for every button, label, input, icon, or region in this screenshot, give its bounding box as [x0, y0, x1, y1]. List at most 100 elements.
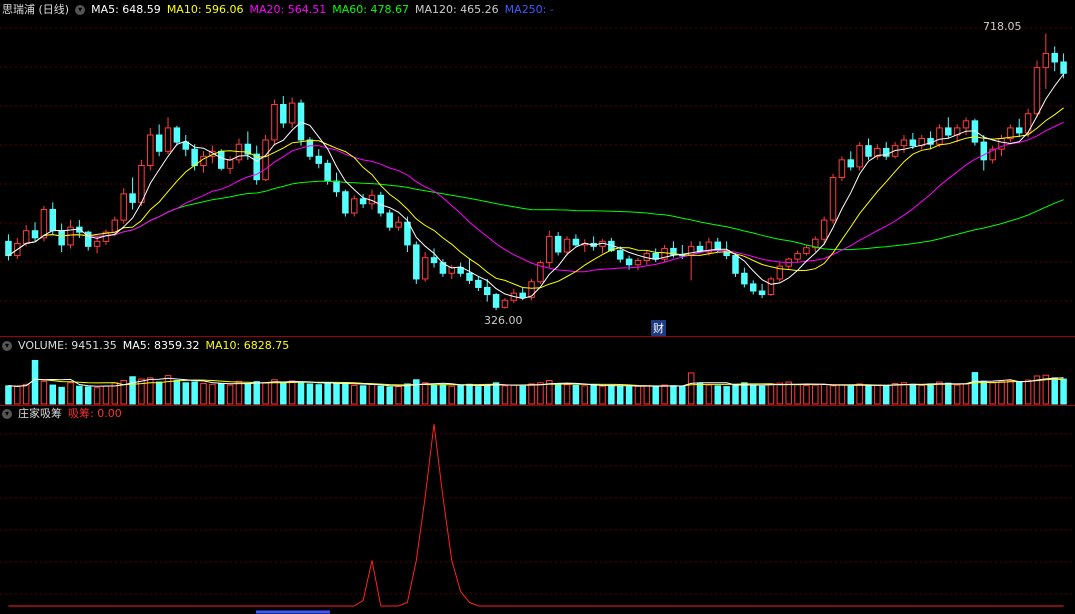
candle-body [342, 191, 349, 214]
volume-bar [280, 382, 287, 405]
volume-bar [306, 383, 314, 405]
volume-bar [209, 383, 216, 405]
volume-bar [244, 383, 252, 405]
candle-body [519, 292, 526, 298]
candle-body [40, 208, 48, 239]
candle-body [741, 272, 748, 285]
candle-body [528, 281, 535, 298]
volume-bar [1024, 379, 1032, 405]
candle-body [900, 139, 908, 147]
volume-bar [483, 384, 491, 405]
candle-body [413, 244, 420, 280]
volume-bar [989, 382, 996, 405]
candle-body [173, 127, 181, 143]
candle-body [324, 162, 331, 182]
volume-bar [93, 387, 101, 405]
volume-bar [164, 375, 172, 405]
volume-bar [599, 385, 606, 405]
candle-body [430, 257, 438, 264]
candle-body [962, 120, 970, 129]
candle-body [492, 294, 500, 308]
financial-report-marker[interactable]: 财 [651, 320, 666, 336]
candle-body [625, 258, 633, 266]
volume-bar [5, 385, 12, 405]
volume-bar [865, 385, 872, 405]
volume-bar [58, 386, 65, 405]
volume-bar [430, 384, 438, 405]
candle-body [315, 155, 323, 164]
candle-body [129, 193, 136, 203]
candle-body [271, 104, 278, 141]
candle-body [280, 104, 287, 124]
candle-body [395, 221, 402, 228]
volume-bar [794, 384, 801, 405]
volume-bar [590, 384, 597, 405]
volume-bar [554, 383, 562, 405]
volume-bar [226, 384, 234, 405]
candle-body [909, 139, 917, 147]
candle-body [749, 283, 757, 292]
volume-bar [936, 381, 943, 405]
volume-bar [14, 386, 21, 405]
volume-bar [634, 385, 642, 405]
volume-bar [687, 372, 695, 405]
candle-body [758, 290, 766, 296]
price-chart[interactable] [0, 0, 1075, 336]
volume-bar [652, 386, 659, 405]
volume-bar [980, 380, 988, 405]
volume-bar [138, 378, 145, 405]
candle-body [634, 260, 642, 266]
volume-bar [900, 382, 908, 405]
volume-bar [22, 383, 30, 405]
volume-bar [971, 372, 979, 405]
volume-bar [404, 383, 411, 405]
volume-bar [776, 382, 784, 405]
candle-body [980, 141, 988, 161]
candle-body [217, 150, 225, 169]
volume-chart[interactable] [0, 337, 1075, 405]
candle-body [546, 235, 553, 264]
volume-bar [838, 384, 846, 405]
volume-bar [333, 383, 340, 405]
volume-bar [927, 383, 934, 405]
candle-body [22, 230, 30, 244]
candle-body [475, 279, 482, 288]
candle-body [971, 120, 979, 143]
volume-bar [342, 382, 349, 405]
volume-bar [395, 386, 402, 405]
candle-body [829, 177, 837, 221]
volume-bar [847, 385, 855, 405]
candle-body [262, 139, 269, 181]
candle-body [31, 230, 39, 239]
candle-body [856, 145, 863, 168]
volume-bar [439, 384, 447, 405]
candle-body [820, 219, 828, 240]
candle-body [111, 219, 119, 233]
volume-bar [350, 384, 358, 405]
volume-bar [475, 386, 482, 405]
candle-body [652, 252, 659, 260]
candle-body [457, 267, 464, 274]
volume-bar [749, 384, 757, 405]
volume-bar [962, 383, 970, 405]
volume-bar [271, 379, 278, 405]
volume-bar [288, 380, 296, 405]
candle-body [865, 145, 872, 157]
volume-bar [501, 385, 509, 405]
volume-bar [829, 385, 837, 405]
candle-body [226, 159, 234, 169]
volume-bar [1060, 378, 1067, 405]
candle-body [58, 230, 65, 246]
volume-bar [510, 384, 518, 405]
volume-bar [413, 379, 420, 405]
volume-bar [76, 385, 83, 405]
candle-body [847, 159, 855, 168]
volume-bar [758, 385, 766, 405]
volume-bar [315, 384, 323, 405]
volume-bar [457, 384, 464, 405]
volume-bar [732, 383, 739, 405]
indicator-chart[interactable] [0, 406, 1075, 614]
volume-bar [812, 384, 819, 405]
volume-bar [173, 380, 181, 405]
volume-bar [1007, 380, 1014, 405]
